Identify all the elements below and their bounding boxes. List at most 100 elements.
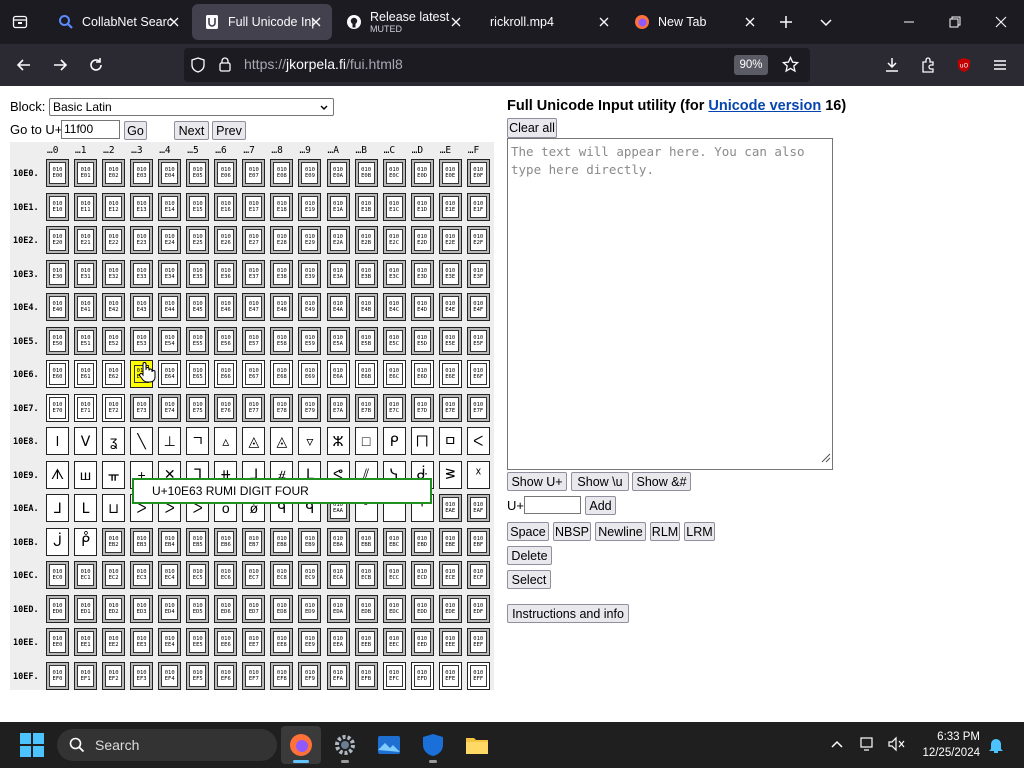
char-cell[interactable]: ш [74,460,98,489]
char-cell[interactable]: 010 E51 [74,326,98,355]
char-cell[interactable]: 010 E13 [130,192,154,221]
char-cell[interactable]: 010 EDF [466,594,490,623]
char-cell[interactable]: 010 E7D [410,393,434,422]
char-cell[interactable]: 010 EEE [438,628,462,656]
char-cell[interactable]: 010 E56 [214,326,238,355]
char-cell[interactable]: ᕁ [466,460,490,489]
char-cell[interactable]: 010 E3E [438,259,462,288]
char-cell[interactable]: 010 E50 [46,326,69,355]
taskbar-photos[interactable] [369,726,409,764]
tab-full-unicode-input[interactable]: Full Unicode Input [192,4,332,40]
char-cell[interactable]: 010 EBD [410,527,434,556]
lrm-button[interactable]: LRM [684,522,715,541]
next-button[interactable]: Next [174,121,209,140]
char-cell[interactable]: 010 E76 [214,393,238,422]
char-cell[interactable]: 010 EE9 [298,628,322,656]
char-cell[interactable]: 010 E29 [298,226,322,254]
char-cell[interactable]: 010 E70 [46,393,69,422]
char-cell[interactable]: ᗑ [46,460,69,489]
char-cell[interactable]: 010 E7A [326,393,350,422]
char-cell[interactable]: 010 E2E [438,226,462,254]
char-cell[interactable]: 010 EB9 [298,527,322,556]
char-cell[interactable]: 010 E40 [46,293,69,321]
char-cell[interactable]: 010 ECD [410,561,434,589]
char-cell[interactable]: 010 EBE [438,527,462,556]
char-cell[interactable]: ㄱ [186,427,210,455]
char-cell[interactable]: 010 EE8 [270,628,294,656]
char-cell[interactable]: 010 EE2 [102,628,126,656]
char-cell[interactable]: 010 E45 [186,293,210,321]
char-cell[interactable]: 010 E58 [270,326,294,355]
char-cell[interactable]: 010 ED3 [130,594,154,623]
char-cell[interactable]: 010 E0B [354,159,378,187]
char-cell[interactable]: 010 E36 [214,259,238,288]
volume-muted-icon[interactable] [888,736,906,757]
char-cell[interactable]: 010 EF2 [102,661,126,690]
char-cell[interactable]: 010 EBF [466,527,490,556]
char-cell[interactable]: 010 EE1 [74,628,98,656]
char-cell[interactable]: 010 E2C [382,226,406,254]
char-cell[interactable]: ᐯ [74,427,98,455]
menu-button[interactable] [984,49,1016,81]
char-cell[interactable]: 010 E17 [242,192,266,221]
show-uplus-button[interactable]: Show U+ [507,472,567,491]
char-cell[interactable]: 010 E4D [410,293,434,321]
char-cell[interactable]: 010 E3B [354,259,378,288]
url-text[interactable]: https://jkorpela.fi/fui.html8 [244,56,403,72]
char-cell[interactable]: 010 EC0 [46,561,69,589]
char-cell[interactable]: 010 E41 [74,293,98,321]
char-cell[interactable]: 010 ED8 [270,594,294,623]
char-cell[interactable]: 010 E3A [326,259,350,288]
char-cell[interactable]: 010 E74 [158,393,182,422]
url-bar[interactable]: https://jkorpela.fi/fui.html8 90% [184,48,810,82]
forward-button[interactable] [44,49,76,81]
char-cell[interactable]: 010 ED4 [158,594,182,623]
char-cell[interactable]: 010 E09 [298,159,322,187]
char-cell[interactable]: 010 E5C [382,326,406,355]
char-cell[interactable]: 010 ED1 [74,594,98,623]
char-cell[interactable]: 010 E61 [74,360,98,388]
restore-button[interactable] [932,0,978,44]
char-cell[interactable]: 010 E26 [214,226,238,254]
char-cell[interactable]: 010 EF9 [298,661,322,690]
close-icon[interactable] [742,14,758,30]
ublock-button[interactable]: uO [948,49,980,81]
char-cell[interactable]: 010 E6E [438,360,462,388]
char-cell[interactable]: 010 EE3 [130,628,154,656]
resize-grip-icon[interactable] [819,450,831,468]
char-cell[interactable]: 010 EDD [410,594,434,623]
char-cell[interactable]: ǀ [46,427,69,455]
char-cell[interactable]: 010 E08 [270,159,294,187]
char-cell[interactable]: 010 E1F [466,192,490,221]
taskbar-settings[interactable] [325,726,365,764]
taskbar-defender[interactable] [413,726,453,764]
char-cell[interactable]: 010 E20 [46,226,69,254]
char-cell[interactable]: 010 ED5 [186,594,210,623]
char-cell[interactable]: 010 ED0 [46,594,69,623]
shield-icon[interactable] [190,57,206,78]
char-cell[interactable]: 010 E64 [158,360,182,388]
char-cell[interactable]: 010 EBB [354,527,378,556]
char-cell[interactable]: 010 E67 [242,360,266,388]
char-cell[interactable]: 010 EC3 [130,561,154,589]
char-cell[interactable]: 010 EF0 [46,661,69,690]
char-cell[interactable]: 010 ED7 [242,594,266,623]
char-cell[interactable]: 010 E07 [242,159,266,187]
char-cell[interactable]: 010 EF4 [158,661,182,690]
char-cell[interactable]: 010 E11 [74,192,98,221]
char-cell[interactable]: 010 EDC [382,594,406,623]
char-cell[interactable]: ▿ [298,427,322,455]
char-cell[interactable]: □ [354,427,378,455]
char-cell[interactable]: 010 E31 [74,259,98,288]
char-cell[interactable]: 010 E32 [102,259,126,288]
char-cell[interactable]: 010 E79 [298,393,322,422]
char-cell[interactable]: 010 E4B [354,293,378,321]
delete-button[interactable]: Delete [507,546,552,565]
char-cell[interactable]: ㄇ [410,427,434,455]
char-cell[interactable]: 010 EE6 [214,628,238,656]
char-cell[interactable]: 010 E06 [214,159,238,187]
zoom-level-badge[interactable]: 90% [734,55,768,75]
taskbar-file-explorer[interactable] [457,726,497,764]
char-cell[interactable]: 010 E18 [270,192,294,221]
char-cell[interactable]: 010 EEC [382,628,406,656]
